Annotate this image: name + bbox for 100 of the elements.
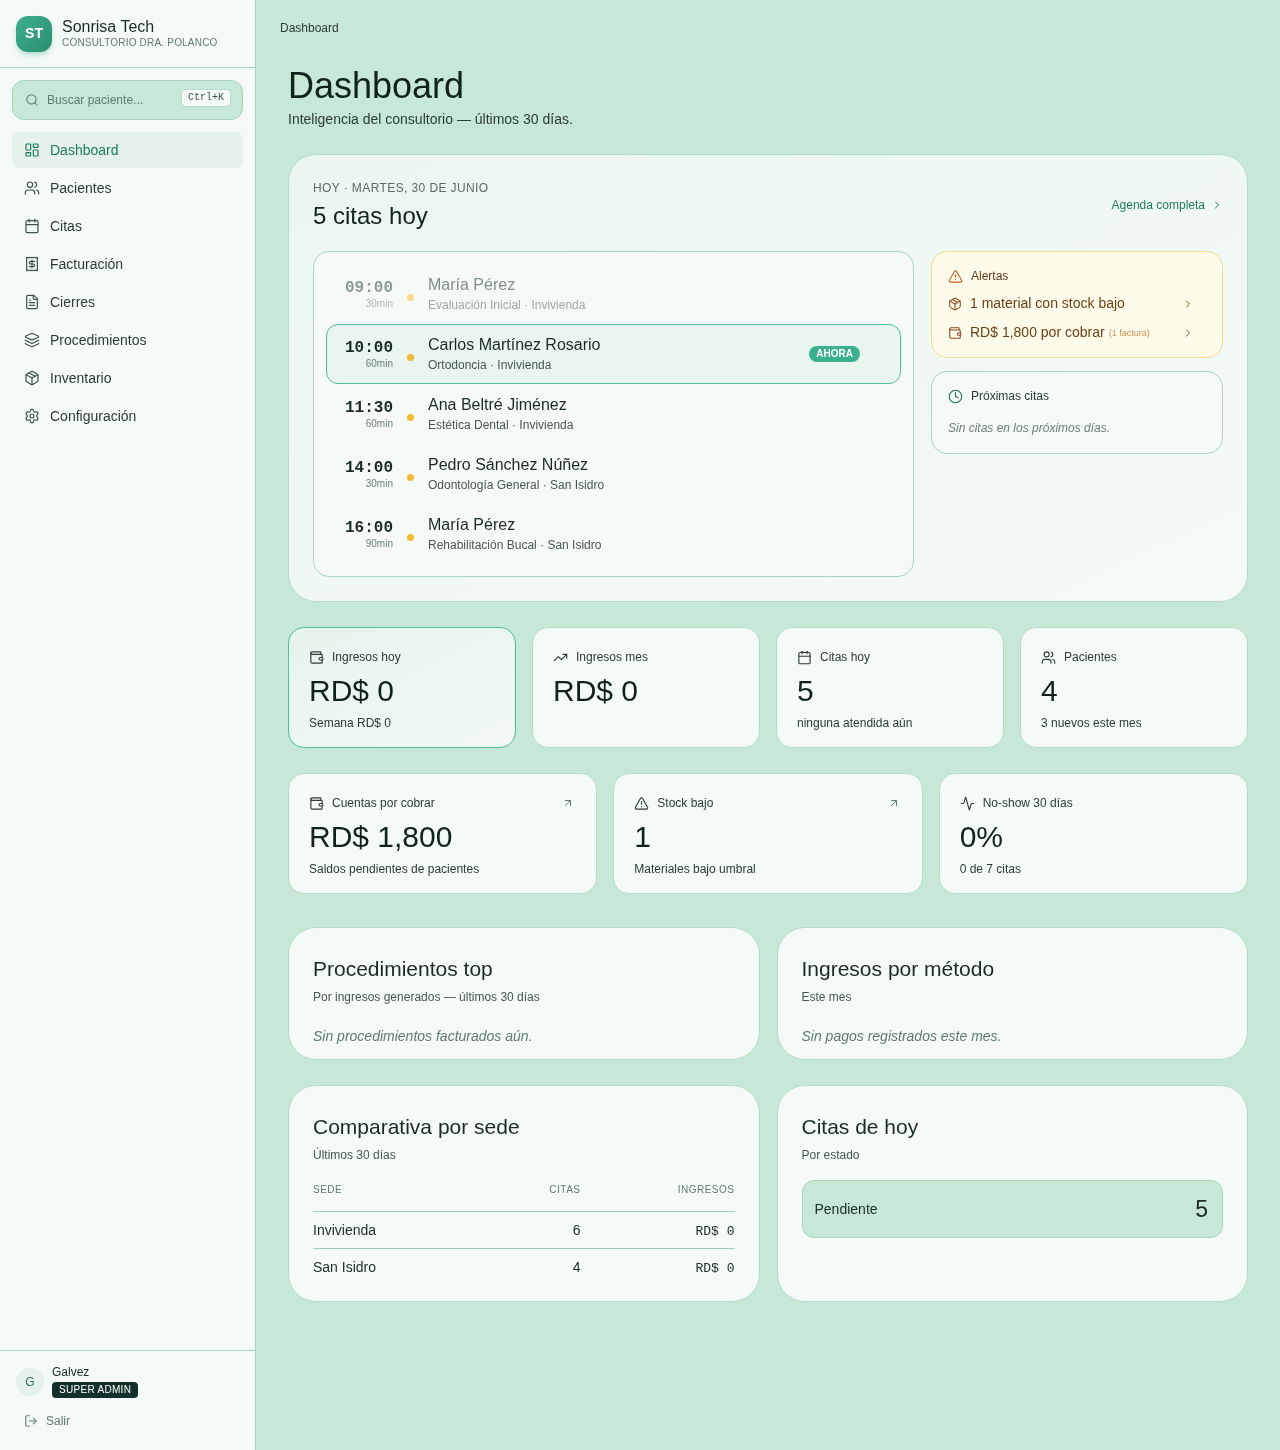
stat-label: Cuentas por cobrar [332, 795, 436, 812]
user-avatar: G [16, 1367, 44, 1396]
agenda-link[interactable]: Agenda completa [1111, 196, 1223, 214]
upcoming-title: Próximas citas [971, 388, 1050, 405]
nav-item[interactable]: Dashboard [12, 132, 243, 168]
table-cell: RD$ 0 [695, 1260, 735, 1276]
column-header: SEDE [313, 1184, 343, 1196]
status-count: 5 [1195, 1195, 1208, 1224]
receipt-icon [24, 256, 40, 272]
stat-label: Ingresos hoy [332, 649, 401, 666]
stat-note: 3 nuevos este mes [1041, 714, 1143, 732]
stat-label: Citas hoy [820, 649, 871, 666]
appointment-duration: 90min [365, 537, 393, 551]
logout-icon [24, 1414, 38, 1428]
stat-value: 5 [797, 673, 815, 709]
page-title: Dashboard [288, 66, 466, 106]
stat-value: 4 [1041, 673, 1059, 709]
patient-name: Pedro Sánchez Núñez [428, 455, 590, 475]
calendar-icon [24, 218, 40, 234]
alert-item[interactable]: RD$ 1,800 por cobrar (1 factura) [948, 322, 1206, 343]
appointment-row[interactable]: 16:00 90min María Pérez Rehabilitación Bucal · San Isidro [326, 504, 901, 564]
now-badge: AHORA [809, 346, 860, 362]
brand-name: Sonrisa Tech [62, 17, 156, 38]
card-subtitle: Este mes [801, 989, 853, 1007]
stat-note: Materiales bajo umbral [634, 860, 757, 878]
stat-label: No-show 30 días [982, 795, 1074, 812]
card-subtitle: Últimos 30 días [313, 1146, 397, 1165]
logout-button[interactable]: Salir [16, 1412, 70, 1430]
nav-item[interactable]: Inventario [12, 360, 243, 396]
stat-note: ninguna atendida aún [797, 714, 914, 732]
stat-value: RD$ 0 [309, 673, 396, 709]
stat-value: 0% [959, 819, 1004, 855]
dashboard-icon [24, 142, 40, 158]
empty-message: Sin citas en los próximos días. [948, 420, 1112, 437]
appointment-duration: 60min [365, 357, 393, 371]
section-title: 5 citas hoy [313, 201, 429, 231]
wallet-icon [309, 649, 324, 665]
appointment-detail: Estética Dental · Invivienda [428, 418, 575, 433]
patient-name: Ana Beltré Jiménez [428, 395, 568, 415]
table-cell: San Isidro [313, 1259, 377, 1275]
warning-icon [948, 268, 963, 284]
status-label: Pendiente [814, 1199, 878, 1219]
search-icon [25, 93, 39, 107]
patient-name: Carlos Martínez Rosario [428, 335, 602, 355]
users-icon [1041, 649, 1056, 665]
nav-item[interactable]: Pacientes [12, 170, 243, 206]
nav-item[interactable]: Procedimientos [12, 322, 243, 358]
users-icon [24, 180, 40, 196]
appointment-time: 10:00 [345, 337, 393, 358]
appointment-duration: 30min [365, 477, 393, 491]
table-cell: Invivienda [313, 1221, 377, 1238]
stat-note: Saldos pendientes de pacientes [309, 860, 481, 878]
breadcrumb: Dashboard [280, 21, 339, 35]
table-cell: RD$ 0 [695, 1223, 735, 1239]
appointment-time: 16:00 [345, 517, 393, 538]
alert-item[interactable]: 1 material con stock bajo [948, 293, 1206, 314]
card-title: Ingresos por método [801, 956, 996, 982]
empty-message: Sin pagos registrados este mes. [801, 1027, 1003, 1047]
stat-value: 1 [634, 819, 652, 855]
role-badge: SUPER ADMIN [52, 1382, 139, 1398]
appointment-row[interactable]: 11:30 60min Ana Beltré Jiménez Estética Dental · Invivienda [326, 384, 901, 444]
box-icon [948, 296, 962, 311]
appointment-row[interactable]: 14:00 30min Pedro Sánchez Núñez Odontología General · San Isidro [326, 444, 901, 504]
appointment-time: 14:00 [345, 457, 393, 478]
card-subtitle: Por estado [801, 1147, 861, 1165]
appointment-detail: Rehabilitación Bucal · San Isidro [428, 538, 603, 553]
card-title: Citas de hoy [801, 1114, 920, 1140]
brand-logo: ST [16, 15, 52, 52]
patient-name: María Pérez [428, 515, 517, 535]
empty-message: Sin procedimientos facturados aún. [313, 1027, 534, 1047]
nav-item[interactable]: Citas [12, 208, 243, 244]
user-name: Galvez [52, 1365, 90, 1380]
alert-note: (1 factura) [1108, 327, 1150, 341]
nav-item[interactable]: Facturación [12, 246, 243, 282]
settings-icon [24, 408, 40, 424]
table-cell: 4 [572, 1259, 581, 1275]
page-subtitle: Inteligencia del consultorio — últimos 30 días. [288, 110, 574, 129]
nav-item[interactable]: Configuración [12, 398, 243, 434]
brand-subtitle: CONSULTORIO DRA. POLANCO [62, 37, 218, 50]
card-title: Comparativa por sede [313, 1114, 521, 1140]
clock-icon [948, 388, 963, 404]
wallet-icon [948, 325, 962, 340]
column-header: CITAS [549, 1184, 581, 1196]
column-header: INGRESOS [677, 1184, 735, 1196]
calendar-icon [797, 649, 812, 665]
appointment-detail: Odontología General · San Isidro [428, 478, 606, 493]
nav-item[interactable]: Cierres [12, 284, 243, 320]
layers-icon [24, 332, 40, 348]
stat-value: RD$ 0 [553, 673, 640, 709]
card-title: Procedimientos top [313, 956, 494, 982]
patient-name: María Pérez [428, 275, 517, 295]
stat-value: RD$ 1,800 [309, 819, 454, 855]
appointment-time: 11:30 [345, 397, 393, 418]
appointment-row[interactable]: 10:00 60min Carlos Martínez Rosario Ortodoncia · Invivienda AHORA [326, 324, 901, 384]
appointment-duration: 60min [365, 417, 393, 431]
warning-icon [634, 795, 650, 811]
appointment-detail: Evaluación Inicial · Invivienda [428, 298, 587, 313]
card-subtitle: Por ingresos generados — últimos 30 días [313, 989, 541, 1007]
stat-note: Semana RD$ 0 [309, 714, 393, 732]
table-cell: 6 [572, 1221, 581, 1238]
